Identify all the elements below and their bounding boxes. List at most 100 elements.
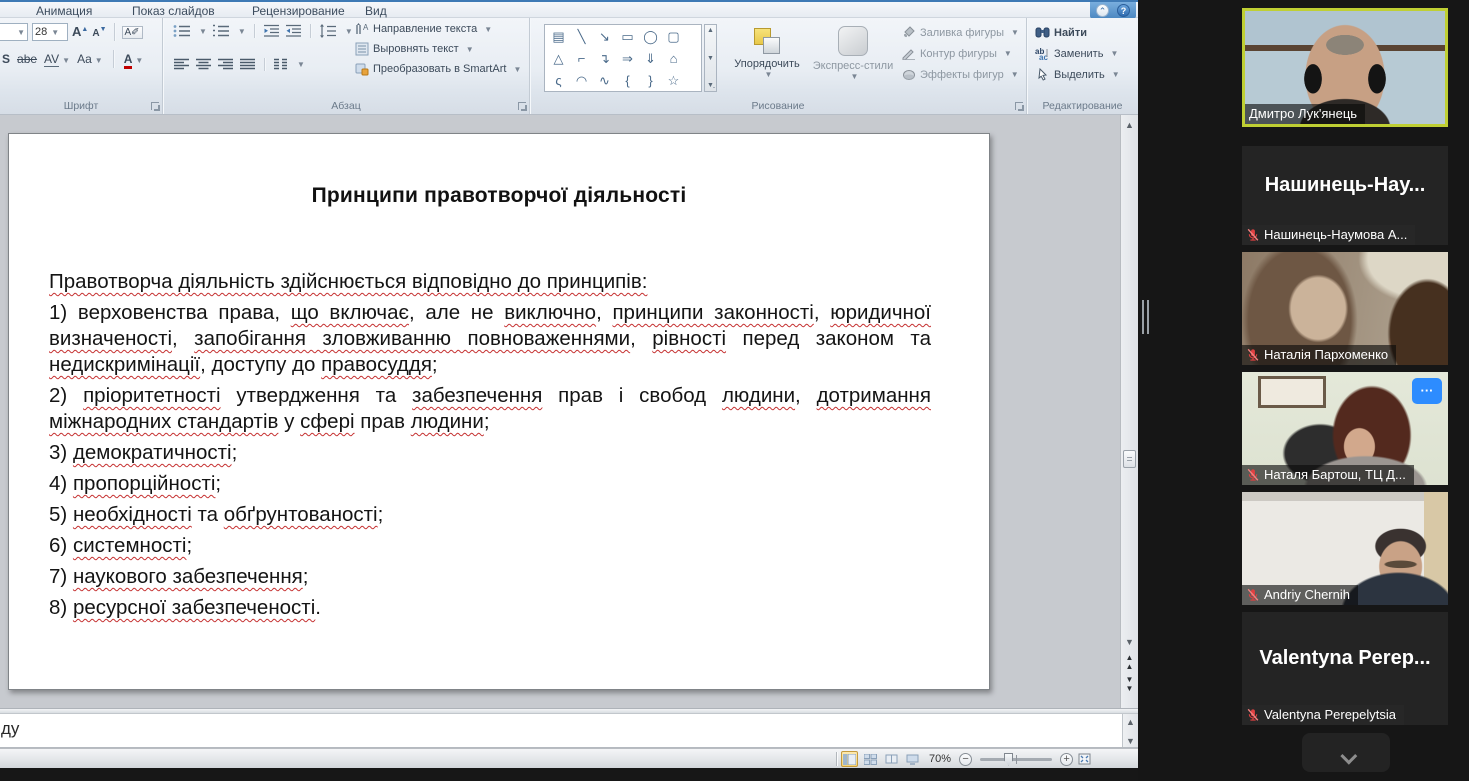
editing-group: Найти abac Заменить▼ Выделить▼ Редактиро… (1027, 18, 1138, 114)
next-slide-button[interactable]: ▼▼ (1121, 675, 1138, 693)
shape-fill-button[interactable]: Заливка фигуры▼ (902, 26, 1019, 39)
align-right-icon[interactable] (217, 58, 234, 71)
shapes-gallery-scrollbar[interactable]: ▲ ▼ ▼̱ (704, 24, 717, 92)
grow-font-icon[interactable]: A▲ (72, 23, 88, 41)
zoom-slider[interactable] (980, 758, 1052, 761)
quick-styles-button[interactable]: Экспресс-стили▼ (812, 24, 894, 106)
shape-outline-icon (902, 47, 916, 60)
zoom-in-icon[interactable]: + (1060, 753, 1073, 766)
shape-outline-button[interactable]: Контур фигуры▼ (902, 47, 1019, 60)
text-direction-button[interactable]: A Направление текста▼ (355, 22, 521, 36)
shape-icon[interactable]: ▭ (616, 26, 639, 48)
normal-view-button[interactable] (841, 751, 858, 767)
line-spacing-icon[interactable] (319, 24, 337, 38)
find-button[interactable]: Найти (1035, 26, 1120, 39)
previous-slide-button[interactable]: ▲▲ (1121, 653, 1138, 671)
shape-icon[interactable]: ⇓ (639, 48, 662, 70)
tab-review[interactable]: Рецензирование (252, 4, 345, 18)
slide-sorter-view-button[interactable] (862, 751, 879, 767)
shape-icon[interactable]: ⇒ (616, 48, 639, 70)
shape-icon[interactable]: } (639, 70, 662, 92)
shape-icon[interactable]: ▢ (662, 26, 685, 48)
shape-icon[interactable]: ⌐ (570, 48, 593, 70)
reading-view-button[interactable] (883, 751, 900, 767)
paragraph-dialog-launcher[interactable] (518, 102, 526, 110)
collapse-ribbon-icon[interactable]: ⌃ (1096, 4, 1109, 17)
gallery-down-icon[interactable]: ▼ (707, 55, 714, 62)
text-shadow-icon[interactable]: S (2, 52, 10, 66)
align-left-icon[interactable] (173, 58, 190, 71)
shape-icon[interactable]: ⌂ (662, 48, 685, 70)
shape-icon[interactable]: ☆ (662, 70, 685, 92)
slide-canvas: Принципи правотворчої діяльності Правотв… (0, 115, 1138, 708)
shape-icon[interactable]: ↘ (593, 26, 616, 48)
select-button[interactable]: Выделить▼ (1035, 68, 1120, 81)
shrink-font-icon[interactable]: A▼ (92, 23, 106, 41)
participant-tile[interactable]: ··· Наталя Бартош, ТЦ Д... (1242, 372, 1448, 485)
notes-scroll-down-icon[interactable]: ▼ (1123, 736, 1138, 746)
zoom-slider-thumb[interactable] (1004, 753, 1013, 766)
fit-to-window-icon[interactable] (1077, 752, 1092, 766)
font-color-icon[interactable]: A▼ (124, 50, 144, 68)
change-case-icon[interactable]: Aa▼ (77, 50, 103, 68)
zoom-out-icon[interactable]: − (959, 753, 972, 766)
shape-icon[interactable]: ∿ (593, 70, 616, 92)
notes-scroll-up-icon[interactable]: ▲ (1123, 717, 1138, 727)
columns-icon[interactable] (273, 58, 289, 71)
muted-mic-icon (1246, 708, 1260, 722)
notes-pane[interactable]: ду ▲ ▼ (0, 714, 1138, 748)
slide-body-text: Правотворча діяльність здійснюється відп… (49, 264, 931, 621)
character-spacing-icon[interactable]: AV▼ (44, 50, 70, 68)
slide-text-line: 8) ресурсної забезпеченості. (49, 595, 931, 621)
strikethrough-icon[interactable]: abe (17, 52, 37, 66)
align-text-button[interactable]: Выровнять текст▼ (355, 42, 521, 56)
slideshow-view-button[interactable] (904, 751, 921, 767)
participant-tile[interactable]: Andriy Chernih (1242, 492, 1448, 605)
clear-formatting-icon[interactable]: A✐ (122, 26, 143, 39)
shape-icon[interactable]: △ (547, 48, 570, 70)
tab-animation[interactable]: Анимация (36, 4, 92, 18)
shape-icon[interactable]: ▤ (547, 26, 570, 48)
font-size-combo[interactable]: 28▼ (32, 23, 68, 41)
shape-icon[interactable]: ↴ (593, 48, 616, 70)
scroll-down-icon[interactable]: ▼ (1121, 637, 1138, 647)
more-options-button[interactable]: ··· (1412, 378, 1442, 404)
ribbon: ▼ 28▼ A▲ A▼ A✐ S abe AV▼ Aa▼ A▼ Шрифт (0, 18, 1138, 115)
font-name-combo[interactable]: ▼ (0, 23, 28, 41)
zoom-participants-panel: Дмитро Лук'янець Нашинець-Нау... Нашинец… (1138, 0, 1469, 781)
vertical-scrollbar[interactable]: ▲ ▼ ▲▲ ▼▼ (1120, 115, 1138, 708)
numbering-icon[interactable] (212, 24, 230, 38)
replace-button[interactable]: abac Заменить▼ (1035, 47, 1120, 60)
gallery-up-icon[interactable]: ▲ (707, 27, 714, 34)
shape-icon[interactable]: ς (547, 70, 570, 92)
panel-splitter-handle[interactable] (1142, 300, 1152, 334)
slide[interactable]: Принципи правотворчої діяльності Правотв… (8, 133, 990, 690)
convert-smartart-button[interactable]: Преобразовать в SmartArt▼ (355, 62, 521, 76)
participant-tile[interactable]: Дмитро Лук'янець (1242, 8, 1448, 127)
shapes-gallery[interactable]: ▤╲↘▭◯▢ △⌐↴⇒⇓⌂ ς◠∿{}☆ (544, 24, 702, 92)
tab-slideshow[interactable]: Показ слайдов (132, 4, 215, 18)
gallery-more-icon[interactable]: ▼̱ (707, 82, 714, 89)
shape-effects-button[interactable]: Эффекты фигур▼ (902, 68, 1019, 81)
align-center-icon[interactable] (195, 58, 212, 71)
scroll-participants-button[interactable] (1302, 733, 1390, 772)
justify-icon[interactable] (239, 58, 256, 71)
scrollbar-thumb[interactable] (1123, 450, 1136, 468)
scroll-up-icon[interactable]: ▲ (1121, 120, 1138, 130)
increase-indent-icon[interactable] (285, 24, 302, 38)
shape-icon[interactable]: ◠ (570, 70, 593, 92)
participant-tile[interactable]: Нашинець-Нау... Нашинець-Наумова А... (1242, 146, 1448, 245)
font-dialog-launcher[interactable] (151, 102, 159, 110)
decrease-indent-icon[interactable] (263, 24, 280, 38)
drawing-dialog-launcher[interactable] (1015, 102, 1023, 110)
shape-icon[interactable]: ◯ (639, 26, 662, 48)
shape-icon[interactable]: { (616, 70, 639, 92)
shape-icon[interactable]: ╲ (570, 26, 593, 48)
tab-view[interactable]: Вид (365, 4, 387, 18)
participant-tile[interactable]: Valentyna Perep... Valentyna Perepelytsi… (1242, 612, 1448, 725)
notes-scrollbar[interactable]: ▲ ▼ (1122, 714, 1138, 747)
help-icon[interactable]: ? (1117, 4, 1130, 17)
bullets-icon[interactable] (173, 24, 191, 38)
participant-tile[interactable]: Наталія Пархоменко (1242, 252, 1448, 365)
arrange-button[interactable]: Упорядочить▼ (726, 24, 808, 106)
